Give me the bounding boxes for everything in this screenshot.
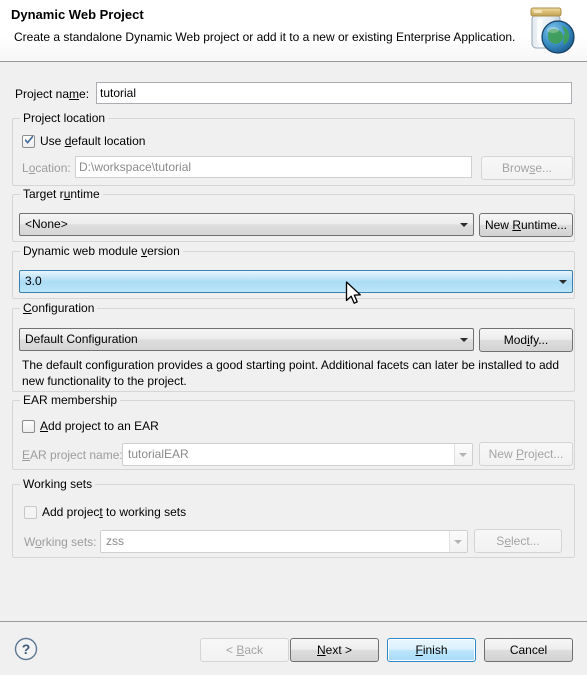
use-default-location-label[interactable]: Use default location bbox=[40, 134, 145, 148]
cancel-button[interactable]: Cancel bbox=[484, 638, 573, 662]
browse-button: Browse... bbox=[481, 156, 573, 180]
location-label: Location: bbox=[22, 161, 71, 175]
configuration-description: The default configuration provides a goo… bbox=[22, 357, 570, 389]
configuration-description-line1: The default configuration provides a goo… bbox=[22, 358, 560, 372]
module-version-value: 3.0 bbox=[25, 274, 42, 288]
dynamic-web-project-dialog: Dynamic Web Project Create a standalone … bbox=[0, 0, 587, 675]
working-sets-label: Working sets: bbox=[24, 535, 97, 549]
ear-project-name-value: tutorialEAR bbox=[128, 447, 189, 461]
help-button[interactable]: ? bbox=[14, 637, 38, 661]
target-runtime-combo[interactable]: <None> bbox=[19, 213, 474, 236]
project-name-label: Project name: bbox=[15, 87, 90, 101]
configuration-dropdown-arrow[interactable] bbox=[455, 329, 473, 350]
working-sets-group-title: Working sets bbox=[20, 477, 96, 491]
add-project-to-working-sets-checkbox[interactable] bbox=[24, 506, 37, 519]
use-default-location-checkbox[interactable] bbox=[22, 135, 35, 148]
configuration-description-line2: new functionality to the project. bbox=[22, 374, 187, 388]
working-sets-value: zss bbox=[106, 534, 124, 548]
add-project-to-working-sets-label[interactable]: Add project to working sets bbox=[42, 505, 186, 519]
ear-project-name-combo: tutorialEAR bbox=[122, 443, 473, 466]
modify-configuration-button[interactable]: Modify... bbox=[479, 328, 573, 352]
new-runtime-button[interactable]: New Runtime... bbox=[479, 213, 573, 237]
select-working-sets-button: Select... bbox=[474, 529, 562, 553]
svg-text:?: ? bbox=[22, 641, 31, 657]
finish-button[interactable]: Finish bbox=[387, 638, 476, 662]
configuration-combo[interactable]: Default Configuration bbox=[19, 328, 474, 351]
project-location-group-title: Project location bbox=[20, 111, 109, 125]
next-button[interactable]: Next > bbox=[290, 638, 379, 662]
target-runtime-group-title: Target runtime bbox=[20, 187, 103, 201]
working-sets-dropdown-arrow bbox=[449, 531, 467, 552]
working-sets-combo: zss bbox=[100, 530, 468, 553]
target-runtime-value: <None> bbox=[25, 217, 68, 231]
ear-project-name-label: EAR project name: bbox=[22, 448, 123, 462]
location-input: D:\workspace\tutorial bbox=[75, 156, 472, 178]
jar-globe-icon bbox=[518, 2, 580, 58]
add-project-to-ear-checkbox[interactable] bbox=[22, 420, 35, 433]
target-runtime-dropdown-arrow[interactable] bbox=[455, 214, 473, 235]
new-ear-project-button: New Project... bbox=[479, 442, 573, 466]
configuration-value: Default Configuration bbox=[25, 332, 138, 346]
dialog-header: Dynamic Web Project Create a standalone … bbox=[0, 0, 587, 62]
ear-membership-group-title: EAR membership bbox=[20, 393, 121, 407]
module-version-group-title: Dynamic web module version bbox=[20, 244, 183, 258]
project-name-input[interactable]: tutorial bbox=[96, 82, 572, 104]
back-button: < Back bbox=[200, 638, 289, 662]
module-version-dropdown-arrow[interactable] bbox=[554, 271, 572, 292]
page-description: Create a standalone Dynamic Web project … bbox=[14, 30, 516, 44]
check-icon bbox=[25, 136, 33, 144]
module-version-combo[interactable]: 3.0 bbox=[19, 270, 573, 293]
help-question-icon: ? bbox=[14, 637, 38, 661]
add-project-to-ear-label[interactable]: Add project to an EAR bbox=[40, 419, 159, 433]
page-title: Dynamic Web Project bbox=[11, 7, 144, 22]
ear-project-name-dropdown-arrow bbox=[454, 444, 472, 465]
configuration-group-title: Configuration bbox=[20, 301, 98, 315]
